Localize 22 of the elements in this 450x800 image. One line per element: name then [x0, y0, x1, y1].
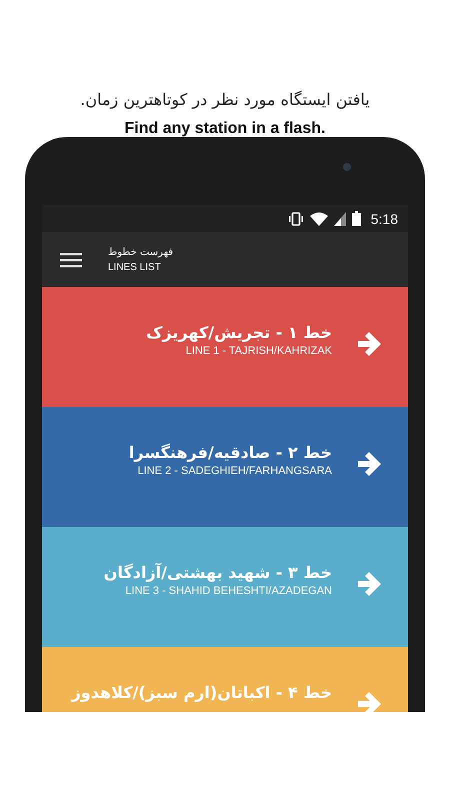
line-title: خط ۳ - شهید بهشتی/آزادگان	[104, 563, 332, 582]
caption-english: Find any station in a flash.	[124, 120, 326, 138]
caption-persian: یافتن ایستگاه مورد نظر در کوتاهترین زمان.	[79, 89, 371, 111]
line-subtitle: LINE 3 - SHAHID BEHESHTI/AZADEGAN	[125, 585, 332, 597]
app-subtitle: LINES LIST	[108, 262, 161, 272]
wifi-icon	[310, 212, 328, 226]
camera-icon	[343, 163, 351, 171]
line-subtitle: LINE 1 - TAJRISH/KAHRIZAK	[186, 345, 332, 357]
arrow-right-icon	[356, 571, 382, 597]
battery-icon	[352, 211, 361, 226]
arrow-right-icon	[356, 451, 382, 477]
line-title: خط ۲ - صادقیه/فرهنگسرا	[128, 443, 332, 462]
arrow-right-icon	[356, 331, 382, 357]
menu-icon	[60, 252, 82, 268]
line-title: خط ۱ - تجریش/کهریزک	[146, 323, 332, 342]
line-subtitle: LINE 2 - SADEGHIEH/FARHANGSARA	[138, 465, 332, 477]
signal-icon	[334, 212, 346, 226]
line-title: خط ۴ - اکباتان(ارم سبز)/کلاهدوز	[72, 683, 332, 702]
clock-time: 5:18	[370, 210, 398, 226]
arrow-right-icon	[356, 691, 382, 712]
vibrate-icon	[288, 212, 304, 226]
app-title: فهرست خطوط	[108, 246, 174, 258]
